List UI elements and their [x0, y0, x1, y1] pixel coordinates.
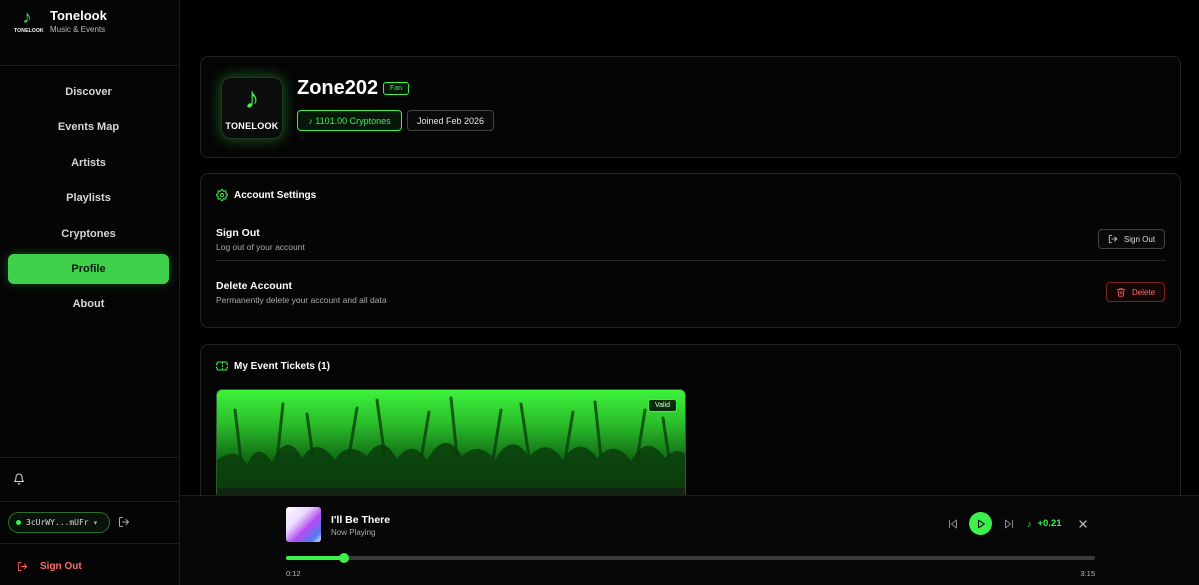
nav-item-cryptones[interactable]: Cryptones [8, 219, 169, 249]
app-root: ♪ TONELOOK Tonelook Music & Events Disco… [0, 0, 1199, 585]
logout-icon [1108, 234, 1118, 244]
reward-value: +0.21 [1037, 518, 1062, 529]
nav-item-discover[interactable]: Discover [8, 77, 169, 107]
trash-icon [1116, 287, 1126, 297]
skip-back-icon[interactable] [947, 518, 959, 530]
delete-account-description: Permanently delete your account and all … [216, 295, 387, 305]
track-title: I'll Be There [331, 514, 391, 526]
close-icon[interactable] [1077, 518, 1089, 530]
event-tickets-header: My Event Tickets (1) [216, 360, 330, 372]
playback-progress-fill [286, 556, 345, 560]
wallet-selector[interactable]: 3cUrWY...mUFr ▾ [8, 512, 110, 533]
account-settings-card: Account Settings Sign Out Log out of you… [200, 173, 1181, 328]
track-subtitle: Now Playing [331, 528, 376, 537]
status-dot [16, 520, 21, 525]
brand-name: Tonelook [50, 8, 107, 23]
sign-out-title: Sign Out [216, 227, 260, 239]
gear-icon [216, 189, 228, 201]
sidebar: ♪ TONELOOK Tonelook Music & Events Disco… [0, 0, 180, 585]
music-note-icon: ♪ [1027, 518, 1032, 529]
nav-item-events-map[interactable]: Events Map [8, 112, 169, 142]
event-tickets-card: My Event Tickets (1) Valid [200, 344, 1181, 504]
play-button[interactable] [969, 512, 992, 535]
nav-item-about[interactable]: About [8, 289, 169, 319]
sidebar-divider [0, 501, 180, 502]
track-duration: 3:15 [1080, 569, 1095, 578]
current-time: 0:12 [286, 569, 301, 578]
brand-logo-text: TONELOOK [14, 28, 44, 34]
skip-forward-icon[interactable] [1003, 518, 1015, 530]
exit-icon[interactable] [118, 516, 130, 528]
sign-out-button[interactable]: Sign Out [1098, 229, 1165, 249]
account-settings-header: Account Settings [216, 189, 316, 201]
sidebar-divider [0, 457, 180, 458]
play-icon [977, 519, 985, 528]
nav-item-artists[interactable]: Artists [8, 148, 169, 178]
now-playing-bar: I'll Be There Now Playing ♪ +0.21 0:12 3… [180, 495, 1199, 585]
profile-card: ♪ TONELOOK Zone202 Fan ♪ 1101.00 Crypton… [200, 56, 1181, 158]
brand-logo: ♪ TONELOOK [14, 7, 44, 34]
profile-username: Zone202 [297, 77, 379, 99]
delete-account-button[interactable]: Delete [1106, 282, 1165, 302]
playback-progress[interactable] [286, 553, 1095, 563]
brand-subtitle: Music & Events [50, 25, 106, 34]
chevron-down-icon: ▾ [93, 519, 98, 527]
album-cover[interactable] [286, 507, 321, 542]
sign-out-button-label: Sign Out [1123, 234, 1156, 244]
brand[interactable]: ♪ TONELOOK Tonelook Music & Events [12, 8, 172, 58]
settings-divider [216, 260, 1166, 261]
role-badge: Fan [383, 82, 410, 95]
cryptones-balance: ♪ 1101.00 Cryptones [297, 110, 402, 131]
section-title: My Event Tickets (1) [234, 360, 330, 372]
delete-account-title: Delete Account [216, 280, 293, 292]
ticket-icon [216, 361, 228, 371]
cryptone-reward: ♪ +0.21 [1027, 518, 1062, 529]
sidebar-sign-out-button[interactable]: Sign Out [17, 559, 82, 573]
bell-icon[interactable] [13, 473, 25, 485]
joined-date: Joined Feb 2026 [407, 110, 494, 131]
crowd-image [217, 396, 685, 498]
nav-item-profile[interactable]: Profile [8, 253, 169, 284]
sidebar-divider [0, 543, 180, 544]
avatar: ♪ TONELOOK [221, 77, 283, 139]
event-ticket[interactable]: Valid [216, 389, 686, 499]
delete-button-label: Delete [1131, 287, 1156, 297]
section-title: Account Settings [234, 189, 317, 201]
playback-scrubber[interactable] [339, 553, 350, 563]
music-note-icon: ♪ [244, 82, 260, 115]
logout-icon [17, 561, 28, 571]
sign-out-description: Log out of your account [216, 242, 305, 252]
sidebar-sign-out-label: Sign Out [40, 560, 82, 572]
sidebar-divider [0, 65, 180, 66]
ticket-status-badge: Valid [647, 399, 677, 412]
music-note-icon: ♪ [22, 7, 32, 27]
nav-item-playlists[interactable]: Playlists [8, 183, 169, 213]
sidebar-nav: Discover Events Map Artists Playlists Cr… [8, 77, 169, 325]
wallet-address: 3cUrWY...mUFr [26, 518, 89, 527]
avatar-text: TONELOOK [225, 121, 279, 131]
